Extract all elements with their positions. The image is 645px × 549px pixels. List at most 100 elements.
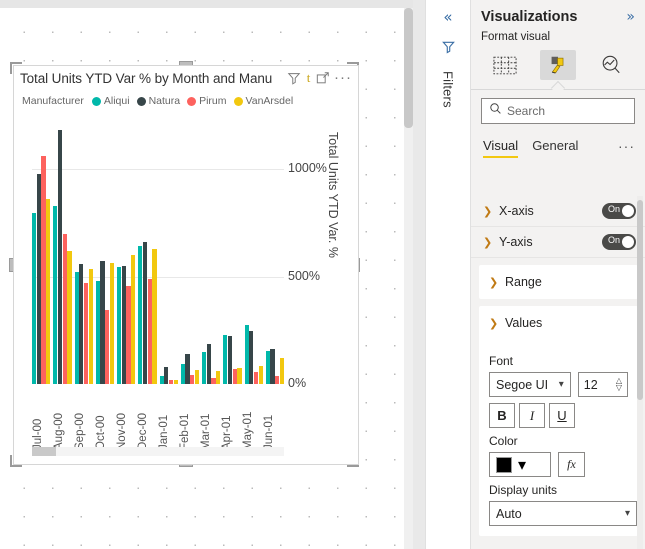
plot-canvas[interactable] — [32, 126, 284, 384]
x-axis-tick-label: Jun-01 — [263, 414, 275, 450]
bar-vanarsdel-aug-00[interactable] — [67, 250, 72, 384]
visual-more-options-icon[interactable]: ··· — [334, 70, 352, 85]
bar-cluster — [117, 126, 136, 384]
y-axis-toggle-knob — [622, 236, 634, 248]
bar-aliqui-dec-00[interactable] — [138, 246, 143, 384]
bar-natura-apr-01[interactable] — [227, 335, 233, 384]
bar-pirum-jun-01[interactable] — [275, 376, 280, 384]
bar-natura-jul-00[interactable] — [36, 174, 41, 384]
analytics-tab[interactable] — [593, 50, 629, 80]
font-size-stepper[interactable]: 12 △ ▽ — [577, 372, 628, 397]
bar-natura-nov-00[interactable] — [121, 265, 126, 384]
canvas-vertical-scrollbar-thumb[interactable] — [404, 8, 413, 128]
color-picker-button[interactable]: ▾ — [489, 452, 551, 477]
bar-pirum-aug-00[interactable] — [62, 233, 67, 384]
bar-pirum-may-01[interactable] — [253, 372, 259, 384]
format-visual-tab[interactable] — [539, 50, 576, 80]
bar-pirum-dec-00[interactable] — [147, 278, 152, 384]
legend-item-aliqui[interactable]: Aliqui — [91, 95, 130, 107]
bar-vanarsdel-apr-01[interactable] — [237, 367, 242, 384]
filter-funnel-icon[interactable] — [287, 71, 301, 85]
visual-horizontal-scrollbar-thumb[interactable] — [32, 447, 56, 456]
bar-aliqui-oct-00[interactable] — [95, 280, 100, 384]
bar-natura-aug-00[interactable] — [57, 130, 63, 384]
bar-natura-mar-01[interactable] — [206, 344, 211, 384]
bar-pirum-sep-00[interactable] — [83, 282, 89, 384]
build-visual-tab[interactable] — [487, 50, 523, 80]
y-axis-toggle-label: On — [608, 235, 621, 245]
filter-icon[interactable] — [441, 39, 456, 59]
bar-pirum-oct-00[interactable] — [105, 309, 110, 384]
bar-natura-oct-00[interactable] — [100, 261, 105, 384]
search-input[interactable]: Search — [481, 98, 635, 124]
tab-visual[interactable]: Visual — [483, 138, 519, 158]
x-axis-tick-label: Nov-00 — [116, 412, 128, 450]
sub-tabs-more-icon[interactable]: ··· — [618, 139, 635, 158]
underline-button[interactable]: U — [549, 403, 575, 428]
italic-button[interactable]: I — [519, 403, 545, 428]
bar-aliqui-jun-01[interactable] — [265, 350, 270, 384]
visual-t-icon[interactable]: t — [305, 71, 312, 85]
section-x-axis[interactable]: ❯ X-axis On — [471, 196, 645, 227]
bar-aliqui-sep-00[interactable] — [74, 272, 79, 384]
double-chevron-right-icon[interactable]: » — [626, 9, 635, 25]
bar-vanarsdel-feb-01[interactable] — [194, 370, 199, 384]
bar-aliqui-mar-01[interactable] — [202, 351, 207, 384]
x-axis-toggle-label: On — [608, 204, 621, 214]
bar-natura-dec-00[interactable] — [142, 242, 148, 384]
bar-pirum-nov-00[interactable] — [126, 286, 131, 384]
bar-pirum-apr-01[interactable] — [232, 368, 237, 384]
bar-vanarsdel-oct-00[interactable] — [109, 262, 114, 384]
bar-vanarsdel-jun-01[interactable] — [279, 358, 284, 384]
bar-natura-may-01[interactable] — [249, 331, 254, 384]
focus-mode-icon[interactable] — [316, 71, 330, 85]
font-family-select[interactable]: Segoe UI ▾ — [489, 372, 571, 397]
color-label: Color — [489, 434, 518, 448]
stepper-down-icon[interactable]: ▽ — [616, 384, 622, 392]
bar-pirum-feb-01[interactable] — [190, 375, 195, 384]
card-values-header[interactable]: ❯ Values — [479, 306, 638, 340]
stepper-arrows[interactable]: △ ▽ — [616, 377, 622, 392]
search-icon — [489, 102, 502, 120]
x-axis-toggle[interactable]: On — [602, 203, 636, 219]
filters-pane-collapsed[interactable]: « Filters — [425, 0, 470, 549]
column-chart-visual[interactable]: Total Units YTD Var % by Month and Manu … — [13, 65, 359, 465]
bar-pirum-jan-01[interactable] — [168, 380, 174, 384]
bar-vanarsdel-dec-00[interactable] — [152, 248, 157, 384]
bar-natura-jun-01[interactable] — [270, 348, 275, 384]
bar-aliqui-may-01[interactable] — [244, 324, 249, 384]
bar-vanarsdel-may-01[interactable] — [258, 365, 263, 384]
bar-cluster — [202, 126, 221, 384]
y-axis-toggle[interactable]: On — [602, 234, 636, 250]
conditional-formatting-fx-button[interactable]: fx — [558, 452, 585, 477]
bar-aliqui-jul-00[interactable] — [32, 213, 37, 384]
bold-button[interactable]: B — [489, 403, 515, 428]
bar-aliqui-apr-01[interactable] — [223, 334, 228, 384]
section-y-axis[interactable]: ❯ Y-axis On — [471, 227, 645, 258]
bar-vanarsdel-nov-00[interactable] — [131, 255, 136, 384]
legend-item-vanarsdel[interactable]: VanArsdel — [233, 95, 293, 107]
display-units-select[interactable]: Auto ▾ — [489, 501, 637, 526]
visual-horizontal-scrollbar-track[interactable] — [32, 447, 284, 456]
bar-vanarsdel-jul-00[interactable] — [46, 199, 51, 384]
bar-vanarsdel-jan-01[interactable] — [173, 379, 178, 384]
bar-pirum-mar-01[interactable] — [211, 377, 216, 384]
bar-aliqui-aug-00[interactable] — [53, 205, 58, 384]
card-range-header[interactable]: ❯ Range — [479, 265, 638, 299]
bar-natura-jan-01[interactable] — [164, 366, 169, 384]
tab-general[interactable]: General — [532, 138, 578, 158]
legend-label-natura: Natura — [148, 95, 181, 107]
visualizations-pane-title: Visualizations — [481, 9, 578, 25]
double-chevron-left-icon[interactable]: « — [443, 10, 452, 25]
bar-aliqui-feb-01[interactable] — [180, 363, 185, 384]
bar-natura-feb-01[interactable] — [185, 353, 190, 384]
bar-pirum-jul-00[interactable] — [41, 156, 46, 384]
pane-scrollbar-thumb[interactable] — [637, 200, 643, 400]
legend-item-pirum[interactable]: Pirum — [187, 95, 227, 107]
bar-natura-sep-00[interactable] — [79, 263, 84, 384]
bar-vanarsdel-sep-00[interactable] — [88, 268, 93, 384]
legend-item-natura[interactable]: Natura — [136, 95, 181, 107]
bar-aliqui-jan-01[interactable] — [159, 376, 164, 384]
bar-aliqui-nov-00[interactable] — [117, 266, 122, 384]
bar-vanarsdel-mar-01[interactable] — [216, 371, 221, 384]
